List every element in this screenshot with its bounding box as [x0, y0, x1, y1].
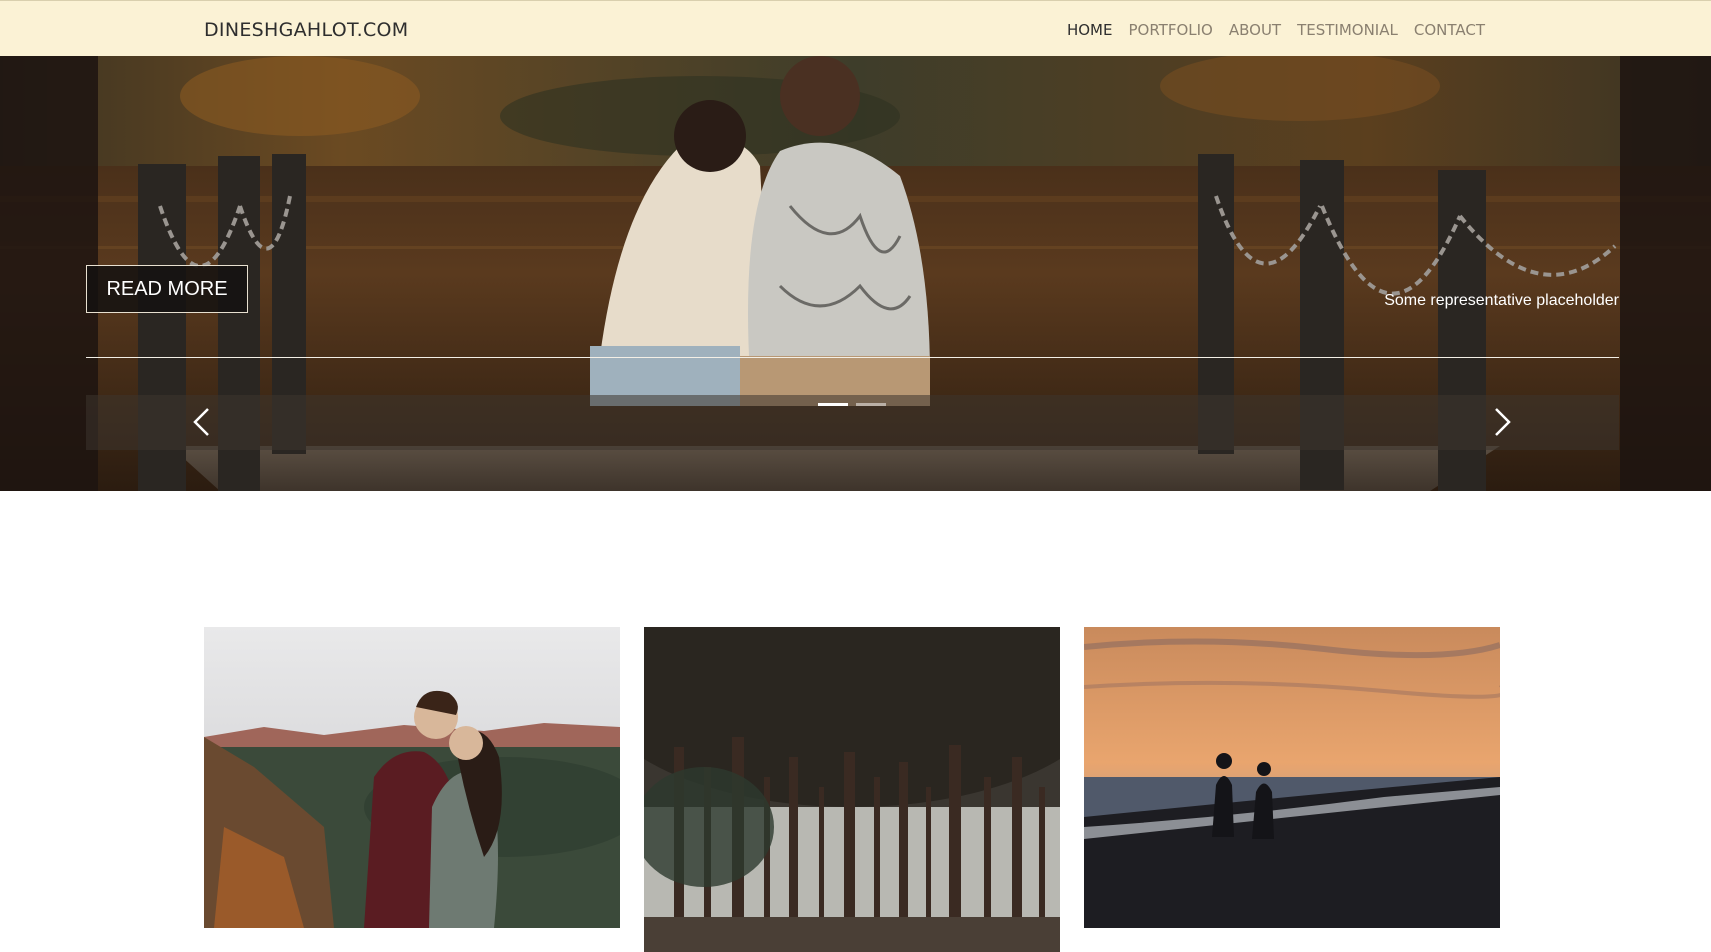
- nav-portfolio[interactable]: PORTFOLIO: [1120, 21, 1220, 39]
- nav-menu: HOME PORTFOLIO ABOUT TESTIMONIAL CONTACT: [1059, 21, 1493, 39]
- read-more-button[interactable]: READ MORE: [86, 265, 248, 313]
- nav-contact[interactable]: CONTACT: [1406, 21, 1493, 39]
- nav-about[interactable]: ABOUT: [1221, 21, 1289, 39]
- gallery-item-1[interactable]: [204, 627, 620, 928]
- gallery-image-forest: [644, 627, 1060, 952]
- chevron-left-icon: [193, 408, 209, 436]
- carousel-next-button[interactable]: [1488, 404, 1518, 440]
- nav-home[interactable]: HOME: [1059, 21, 1121, 39]
- chevron-right-icon: [1495, 408, 1511, 436]
- carousel-prev-button[interactable]: [186, 404, 216, 440]
- carousel-indicator-1[interactable]: [818, 403, 848, 406]
- gallery-item-2[interactable]: [644, 627, 1060, 952]
- brand-logo[interactable]: DINESHGAHLOT.COM: [204, 19, 408, 41]
- nav-testimonial[interactable]: TESTIMONIAL: [1289, 21, 1406, 39]
- carousel-indicators: [818, 403, 886, 406]
- gallery-item-3[interactable]: [1084, 627, 1500, 928]
- navbar: DINESHGAHLOT.COM HOME PORTFOLIO ABOUT TE…: [0, 0, 1711, 56]
- gallery-image-couple-canyon: [204, 627, 620, 928]
- hero-carousel: READ MORE Some representative placeholde…: [0, 56, 1711, 491]
- gallery-image-beach-sunset: [1084, 627, 1500, 928]
- hero-divider: [86, 357, 1619, 358]
- carousel-caption: Some representative placeholder: [1384, 292, 1619, 309]
- carousel-indicator-2[interactable]: [856, 403, 886, 406]
